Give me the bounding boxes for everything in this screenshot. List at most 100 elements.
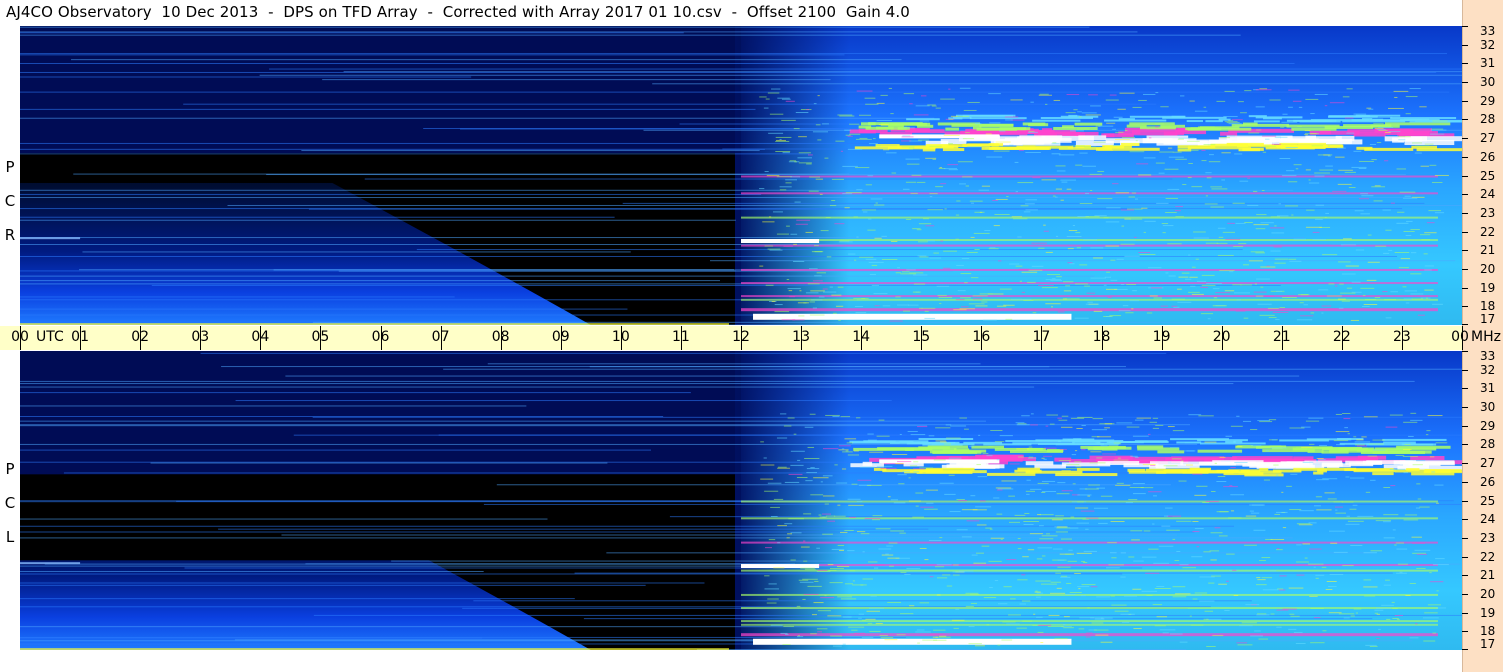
speckle	[1259, 560, 1266, 562]
frequency-tick-label: 27	[1480, 131, 1496, 146]
speckle	[1082, 561, 1088, 563]
speckle	[1251, 504, 1264, 506]
cb-band-segment	[858, 125, 872, 129]
speckle	[1049, 592, 1066, 594]
speckle	[768, 539, 776, 541]
speckle	[1024, 203, 1035, 205]
speckle	[986, 455, 993, 457]
speckle	[967, 101, 980, 103]
speckle	[1147, 267, 1162, 269]
speckle	[1414, 549, 1431, 551]
cb-band-segment	[1165, 457, 1218, 462]
speckle	[969, 445, 974, 447]
speckle	[866, 610, 880, 612]
speckle	[1205, 501, 1219, 503]
speckle	[1205, 195, 1209, 197]
speckle	[1291, 214, 1294, 216]
speckle	[1010, 472, 1018, 474]
speckle	[1124, 255, 1140, 257]
speckle	[881, 235, 887, 237]
speckle	[1093, 310, 1103, 312]
speckle	[1148, 137, 1152, 139]
speckle	[1314, 93, 1328, 95]
speckle	[1055, 531, 1068, 533]
speckle	[1055, 188, 1063, 190]
frequency-tick	[1462, 519, 1468, 521]
speckle	[1295, 446, 1301, 448]
speckle	[1097, 170, 1105, 172]
speckle	[1117, 108, 1126, 110]
frequency-tick	[1462, 194, 1468, 196]
speckle	[1025, 151, 1041, 153]
speckle	[1119, 92, 1135, 94]
speckle	[779, 189, 787, 191]
speckle	[1412, 542, 1426, 544]
speckle	[1305, 98, 1319, 100]
speckle	[1314, 175, 1325, 177]
speckle	[869, 451, 884, 453]
speckle	[1156, 586, 1165, 588]
speckle	[1249, 510, 1254, 512]
speckle	[1353, 150, 1362, 152]
speckle	[880, 637, 894, 639]
speckle	[1192, 598, 1198, 600]
speckle	[1259, 314, 1275, 316]
speckle	[1330, 542, 1338, 544]
speckle	[1340, 244, 1357, 246]
speckle	[786, 225, 790, 227]
speckle	[827, 520, 836, 522]
shortwave-band	[741, 500, 1438, 503]
speckle	[1008, 495, 1016, 497]
speckle	[1356, 439, 1364, 441]
speckle	[970, 495, 976, 497]
interference-streak	[20, 424, 1191, 426]
speckle	[844, 529, 854, 531]
speckle	[1065, 112, 1076, 114]
speckle	[1362, 305, 1370, 307]
speckle	[1072, 225, 1075, 227]
speckle	[1009, 463, 1020, 465]
speckle	[1133, 493, 1146, 495]
speckle	[906, 163, 920, 165]
speckle	[918, 223, 932, 225]
speckle	[1255, 295, 1264, 297]
speckle	[1404, 514, 1418, 516]
interference-streak	[496, 484, 1171, 486]
speckle	[1395, 542, 1405, 544]
speckle	[975, 305, 988, 307]
speckle	[823, 495, 835, 497]
speckle	[1329, 573, 1344, 575]
interference-streak	[150, 462, 608, 464]
speckle	[977, 476, 988, 478]
lcp-spectrogram	[20, 351, 1462, 650]
speckle	[1321, 312, 1324, 314]
speckle	[1063, 616, 1070, 618]
speckle	[820, 481, 823, 483]
speckle	[936, 594, 941, 596]
speckle	[865, 258, 877, 260]
speckle	[1034, 449, 1039, 451]
speckle	[1263, 479, 1271, 481]
speckle	[1372, 449, 1386, 451]
speckle	[1022, 144, 1036, 146]
speckle	[787, 288, 801, 290]
speckle	[1255, 228, 1266, 230]
speckle	[1022, 556, 1029, 558]
speckle	[1293, 238, 1306, 240]
speckle	[975, 506, 992, 508]
speckle	[848, 504, 864, 506]
speckle	[1041, 555, 1046, 557]
speckle	[1207, 318, 1211, 320]
speckle	[1196, 546, 1200, 548]
speckle	[999, 130, 1006, 132]
speckle	[1350, 615, 1355, 617]
speckle	[1052, 142, 1057, 144]
speckle	[985, 527, 992, 529]
speckle	[1069, 592, 1082, 594]
speckle	[1374, 185, 1381, 187]
speckle	[854, 632, 865, 634]
speckle	[1204, 610, 1214, 612]
speckle	[1072, 483, 1076, 485]
speckle	[807, 154, 813, 156]
speckle	[873, 293, 888, 295]
